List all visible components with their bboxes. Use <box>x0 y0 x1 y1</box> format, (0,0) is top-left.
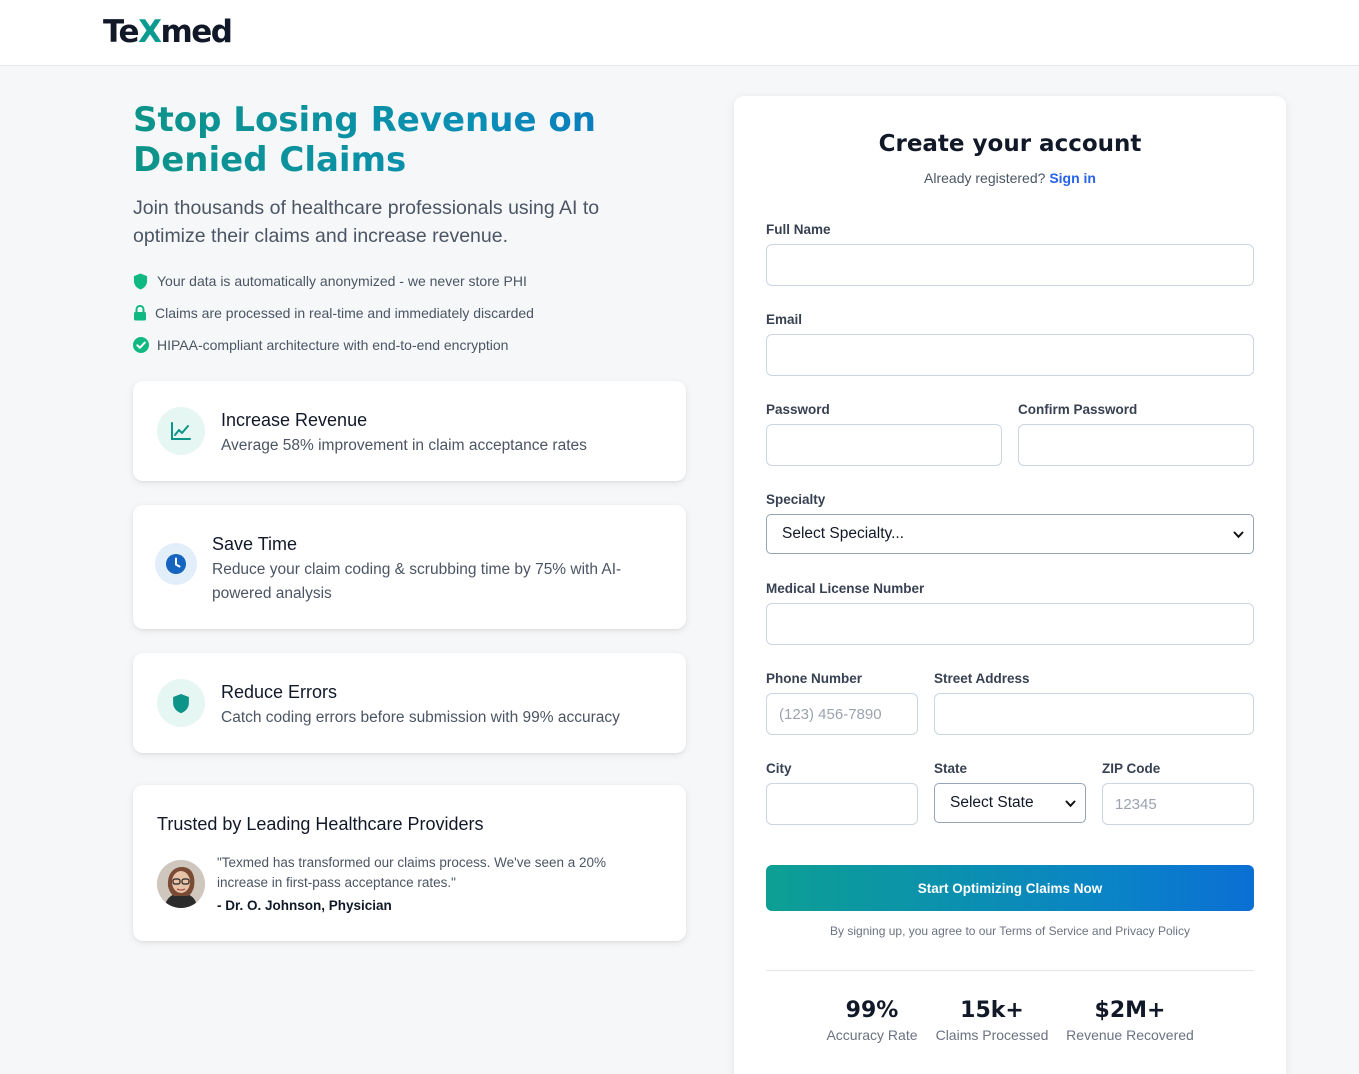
stat-accuracy: 99% Accuracy Rate <box>818 998 926 1043</box>
shield-icon <box>133 273 157 290</box>
logo-text-suffix: med <box>160 14 233 50</box>
license-label: Medical License Number <box>766 581 925 596</box>
chart-line-icon <box>157 407 205 455</box>
signin-prompt: Already registered? Sign in <box>734 170 1286 186</box>
chevron-down-icon <box>1233 528 1244 546</box>
email-input[interactable] <box>766 334 1254 376</box>
texmed-logo[interactable]: TeXmed <box>103 14 233 50</box>
hero-subtitle: Join thousands of healthcare professiona… <box>133 197 600 247</box>
zip-label: ZIP Code <box>1102 761 1161 776</box>
logo-text-x: X <box>138 14 162 50</box>
stat-label: Accuracy Rate <box>826 1027 918 1043</box>
feature-card-errors: Reduce Errors Catch coding errors before… <box>133 653 686 753</box>
zip-input[interactable] <box>1102 783 1254 825</box>
full-name-label: Full Name <box>766 222 831 237</box>
feature-title: Save Time <box>212 534 298 554</box>
signup-form-card: Create your account Already registered? … <box>734 96 1286 1074</box>
testimonial-quote: "Texmed has transformed our claims proce… <box>217 855 607 890</box>
stat-value: 99% <box>845 998 899 1023</box>
form-title: Create your account <box>878 131 1142 157</box>
state-select[interactable]: Select State <box>934 783 1086 823</box>
bullet-text: Your data is automatically anonymized - … <box>157 273 527 289</box>
password-label: Password <box>766 402 830 417</box>
avatar <box>157 860 205 908</box>
city-input[interactable] <box>766 783 918 825</box>
bullet-text: Claims are processed in real-time and im… <box>155 305 534 321</box>
street-label: Street Address <box>934 671 1030 686</box>
stat-revenue: $2M+ Revenue Recovered <box>1064 998 1196 1043</box>
specialty-selected-value: Select Specialty... <box>782 525 905 542</box>
hero-title: Stop Losing Revenue on Denied Claims <box>133 100 703 180</box>
feature-desc: Catch coding errors before submission wi… <box>221 709 620 726</box>
testimonial-heading: Trusted by Leading Healthcare Providers <box>157 814 484 834</box>
signin-link[interactable]: Sign in <box>1049 170 1096 186</box>
stat-claims: 15k+ Claims Processed <box>930 998 1054 1043</box>
specialty-select[interactable]: Select Specialty... <box>766 514 1254 554</box>
stat-label: Claims Processed <box>935 1027 1049 1043</box>
feature-desc: Average 58% improvement in claim accepta… <box>221 437 587 454</box>
specialty-label: Specialty <box>766 492 826 507</box>
phone-label: Phone Number <box>766 671 863 686</box>
lock-icon <box>133 305 155 321</box>
signin-prompt-text: Already registered? <box>924 170 1046 186</box>
feature-title: Reduce Errors <box>221 682 338 702</box>
security-bullets: Your data is automatically anonymized - … <box>133 265 534 361</box>
shield-icon <box>157 679 205 727</box>
license-input[interactable] <box>766 603 1254 645</box>
state-label: State <box>934 761 968 776</box>
bullet-text: HIPAA-compliant architecture with end-to… <box>157 337 509 353</box>
feature-title: Increase Revenue <box>221 410 368 430</box>
feature-card-revenue: Increase Revenue Average 58% improvement… <box>133 381 686 481</box>
full-name-input[interactable] <box>766 244 1254 286</box>
testimonial-author: - Dr. O. Johnson, Physician <box>217 898 392 913</box>
city-label: City <box>766 761 792 776</box>
state-selected-value: Select State <box>950 794 1034 811</box>
bullet-anonymized: Your data is automatically anonymized - … <box>133 265 534 297</box>
confirm-password-label: Confirm Password <box>1018 402 1138 417</box>
phone-input[interactable] <box>766 693 918 735</box>
bullet-hipaa: HIPAA-compliant architecture with end-to… <box>133 329 534 361</box>
logo-text-prefix: Te <box>103 14 140 50</box>
bullet-realtime: Claims are processed in real-time and im… <box>133 297 534 329</box>
confirm-password-input[interactable] <box>1018 424 1254 466</box>
top-navbar: TeXmed <box>0 0 1359 66</box>
email-label: Email <box>766 312 803 327</box>
terms-text: By signing up, you agree to our Terms of… <box>830 924 1190 938</box>
chevron-down-icon <box>1065 797 1076 815</box>
stat-value: $2M+ <box>1094 998 1166 1023</box>
divider <box>766 970 1254 971</box>
feature-card-time: Save Time Reduce your claim coding & scr… <box>133 505 686 629</box>
testimonial-card: Trusted by Leading Healthcare Providers … <box>133 785 686 941</box>
password-input[interactable] <box>766 424 1002 466</box>
stat-value: 15k+ <box>960 998 1024 1023</box>
clock-icon <box>155 543 197 585</box>
street-input[interactable] <box>934 693 1254 735</box>
start-optimizing-button[interactable]: Start Optimizing Claims Now <box>766 865 1254 911</box>
check-circle-icon <box>133 337 157 353</box>
feature-desc: Reduce your claim coding & scrubbing tim… <box>212 561 622 602</box>
stat-label: Revenue Recovered <box>1066 1027 1194 1043</box>
